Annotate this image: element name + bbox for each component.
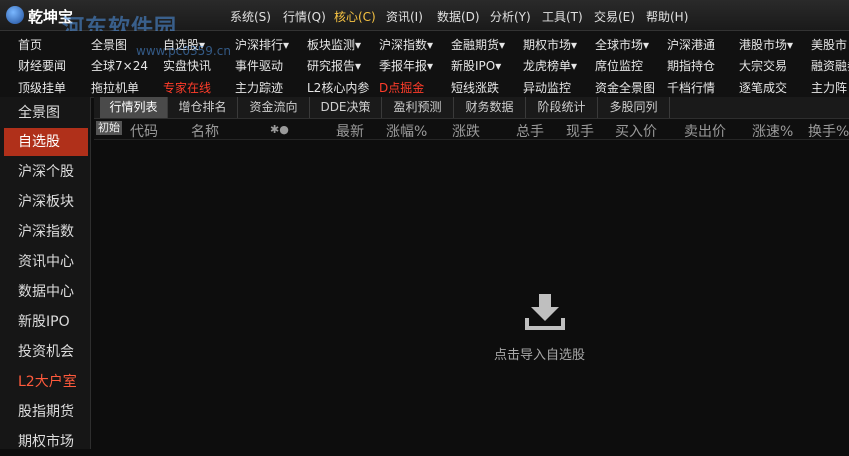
- nav-anomaly[interactable]: 异动监控: [523, 79, 571, 96]
- sidebar-item-hs-index[interactable]: 沪深指数: [4, 218, 88, 246]
- nav-home[interactable]: 首页: [18, 36, 42, 53]
- nav-short-term[interactable]: 短线涨跌: [451, 79, 499, 96]
- nav-l2-insider[interactable]: L2核心内参: [307, 79, 369, 96]
- sidebar-item-watchlist[interactable]: 自选股: [4, 128, 88, 156]
- nav-sector-monitor[interactable]: 板块监测▾: [307, 36, 361, 53]
- tab-multi-stock[interactable]: 多股同列: [598, 97, 670, 118]
- nav-main-array[interactable]: 主力阵: [811, 79, 847, 96]
- col-volume[interactable]: 总手: [516, 121, 544, 141]
- nav-hk[interactable]: 港股市场▾: [739, 36, 793, 53]
- sidebar-item-index-futures[interactable]: 股指期货: [4, 398, 88, 426]
- menu-data[interactable]: 数据(D): [437, 8, 480, 25]
- nav-finance-news[interactable]: 财经要闻: [18, 57, 66, 74]
- col-latest[interactable]: 最新: [336, 121, 364, 141]
- sidebar-item-data-center[interactable]: 数据中心: [4, 278, 88, 306]
- menu-analysis[interactable]: 分析(Y): [490, 8, 531, 25]
- nav-seat-monitor[interactable]: 席位监控: [595, 57, 643, 74]
- col-turnover[interactable]: 换手%: [808, 121, 849, 141]
- sidebar-item-hs-sectors[interactable]: 沪深板块: [4, 188, 88, 216]
- sidebar-item-options[interactable]: 期权市场: [4, 428, 88, 456]
- sidebar-item-panorama[interactable]: 全景图: [4, 99, 88, 127]
- init-badge[interactable]: 初始: [96, 121, 122, 135]
- import-watchlist-link[interactable]: 点击导入自选股: [494, 344, 585, 363]
- nav-main-trace[interactable]: 主力踪迹: [235, 79, 283, 96]
- nav-fin-futures[interactable]: 金融期货▾: [451, 36, 505, 53]
- download-icon[interactable]: [524, 292, 566, 332]
- sidebar-item-hs-stocks[interactable]: 沪深个股: [4, 158, 88, 186]
- nav-fund-panorama[interactable]: 资金全景图: [595, 79, 655, 96]
- col-bid[interactable]: 买入价: [615, 121, 657, 141]
- menu-news[interactable]: 资讯(I): [386, 8, 423, 25]
- col-last-vol[interactable]: 现手: [566, 121, 594, 141]
- nav-global[interactable]: 全球市场▾: [595, 36, 649, 53]
- nav-d-point[interactable]: D点掘金: [379, 79, 424, 96]
- tab-bar: 行情列表 增仓排名 资金流向 DDE决策 盈利预测 财务数据 阶段统计 多股同列: [94, 97, 849, 119]
- title-bar: 乾坤宝 河东软件园 系统(S) 行情(Q) 核心(C) 资讯(I) 数据(D) …: [0, 0, 849, 41]
- nav-hs-index[interactable]: 沪深指数▾: [379, 36, 433, 53]
- sidebar-item-ipo[interactable]: 新股IPO: [4, 308, 88, 336]
- tab-quote-list[interactable]: 行情列表: [100, 97, 168, 118]
- tab-position-rank[interactable]: 增仓排名: [168, 97, 238, 118]
- left-sidebar: 全景图 自选股 沪深个股 沪深板块 沪深指数 资讯中心 数据中心 新股IPO 投…: [0, 97, 91, 450]
- nav-panorama[interactable]: 全景图: [91, 36, 127, 53]
- nav-tick-trades[interactable]: 逐笔成交: [739, 79, 787, 96]
- nav-expert-online[interactable]: 专家在线: [163, 79, 211, 96]
- nav-connect[interactable]: 沪深港通: [667, 36, 715, 53]
- nav-margin[interactable]: 融资融券: [811, 57, 849, 74]
- nav-global-724[interactable]: 全球7×24: [91, 57, 148, 74]
- sidebar-item-opportunity[interactable]: 投资机会: [4, 338, 88, 366]
- tab-fund-flow[interactable]: 资金流向: [238, 97, 310, 118]
- nav-event-driven[interactable]: 事件驱动: [235, 57, 283, 74]
- nav-hs-rank[interactable]: 沪深排行▾: [235, 36, 289, 53]
- watermark-url: www.pc0359.cn: [136, 44, 231, 58]
- col-flags[interactable]: ✱●: [270, 123, 289, 136]
- tab-profit-forecast[interactable]: 盈利预测: [382, 97, 454, 118]
- menu-system[interactable]: 系统(S): [230, 8, 271, 25]
- nav-ipo[interactable]: 新股IPO▾: [451, 57, 501, 74]
- sidebar-item-l2-room[interactable]: L2大户室: [4, 368, 88, 396]
- col-change[interactable]: 涨跌: [452, 121, 480, 141]
- menu-trade[interactable]: 交易(E): [594, 8, 635, 25]
- col-code[interactable]: 代码: [130, 121, 158, 141]
- nav-dragon-tiger[interactable]: 龙虎榜单▾: [523, 57, 577, 74]
- nav-reports[interactable]: 季报年报▾: [379, 57, 433, 74]
- nav-live-flash[interactable]: 实盘快讯: [163, 57, 211, 74]
- sidebar-item-news-center[interactable]: 资讯中心: [4, 248, 88, 276]
- col-name[interactable]: 名称: [191, 121, 219, 141]
- menu-tools[interactable]: 工具(T): [542, 8, 583, 25]
- col-ask[interactable]: 卖出价: [684, 121, 726, 141]
- quick-nav-grid: 首页 全景图 自选股▾ 沪深排行▾ 板块监测▾ 沪深指数▾ 金融期货▾ 期权市场…: [0, 31, 849, 98]
- nav-top-orders[interactable]: 顶级挂单: [18, 79, 66, 96]
- col-change-pct[interactable]: 涨幅%: [386, 121, 427, 141]
- nav-futures-position[interactable]: 期指持仓: [667, 57, 715, 74]
- tab-dde[interactable]: DDE决策: [310, 97, 382, 118]
- app-logo-icon: [6, 6, 24, 24]
- tab-stage-stats[interactable]: 阶段统计: [526, 97, 598, 118]
- menu-help[interactable]: 帮助(H): [646, 8, 688, 25]
- nav-tractor-orders[interactable]: 拖拉机单: [91, 79, 139, 96]
- menu-core[interactable]: 核心(C): [334, 8, 376, 25]
- nav-research[interactable]: 研究报告▾: [307, 57, 361, 74]
- nav-us[interactable]: 美股市: [811, 36, 847, 53]
- nav-block-trade[interactable]: 大宗交易: [739, 57, 787, 74]
- tab-financial-data[interactable]: 财务数据: [454, 97, 526, 118]
- col-speed[interactable]: 涨速%: [752, 121, 793, 141]
- table-header: 初始 代码 名称 ✱● 最新 涨幅% 涨跌 总手 现手 买入价 卖出价 涨速% …: [94, 119, 849, 140]
- nav-depth-quotes[interactable]: 千档行情: [667, 79, 715, 96]
- nav-options[interactable]: 期权市场▾: [523, 36, 577, 53]
- menu-quotes[interactable]: 行情(Q): [283, 8, 326, 25]
